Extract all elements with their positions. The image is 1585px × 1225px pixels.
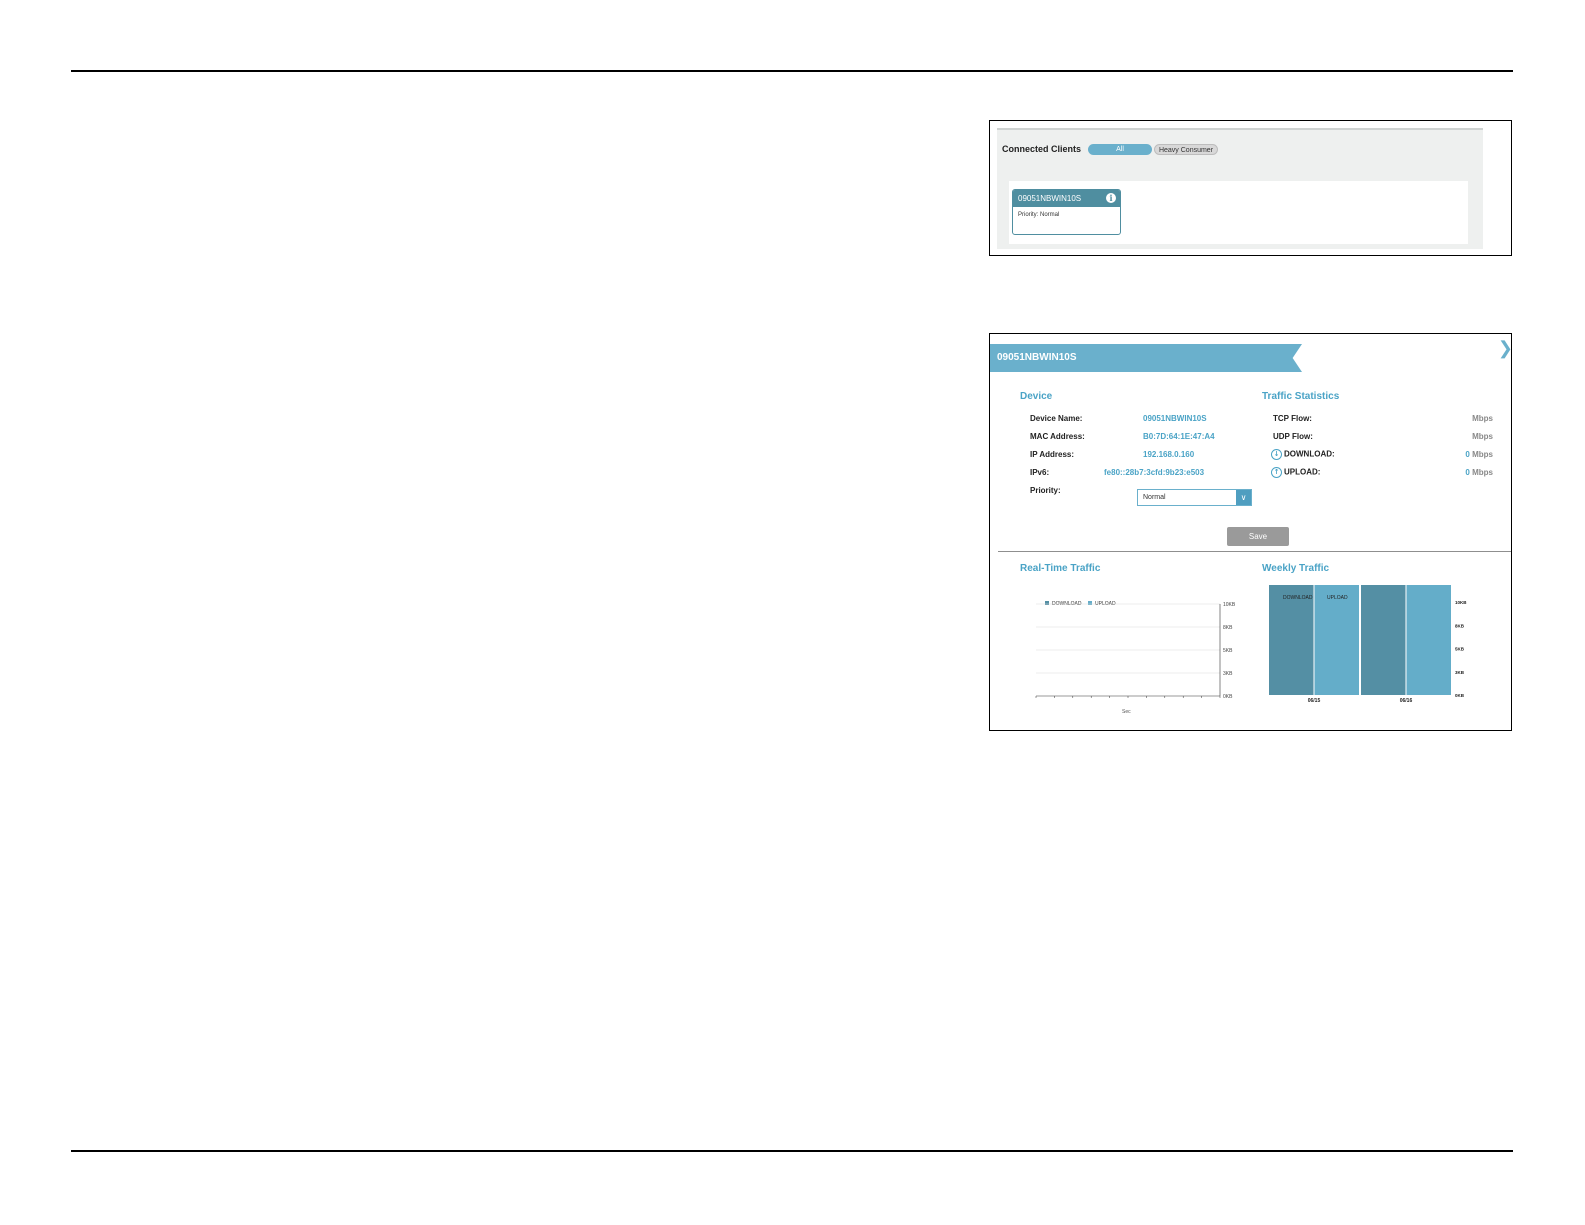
y-tick-label: 10KB: [1223, 602, 1236, 608]
bar-upload: [1406, 585, 1451, 695]
y-tick-label: 10KB: [1455, 600, 1467, 605]
client-detail-screenshot: 09051NBWIN10S ❯ Device Device Name: 0905…: [989, 333, 1512, 731]
connected-clients-screenshot: Connected Clients All Heavy Consumer 090…: [989, 120, 1512, 256]
save-button[interactable]: Save: [1227, 527, 1289, 546]
priority-selected-value: Normal: [1143, 494, 1166, 501]
client-card-header: 09051NBWIN10S i: [1013, 190, 1120, 207]
legend-label: DOWNLOAD: [1283, 595, 1313, 601]
download-label: DOWNLOAD:: [1284, 449, 1335, 459]
connected-clients-title: Connected Clients: [1002, 144, 1082, 154]
client-banner: 09051NBWIN10S: [990, 344, 1302, 372]
filter-heavy-consumer-button[interactable]: Heavy Consumer: [1154, 144, 1218, 155]
device-name-value: 09051NBWIN10S: [1143, 414, 1207, 423]
download-row: ↓ DOWNLOAD:: [1271, 449, 1335, 460]
filter-all-button[interactable]: All: [1088, 144, 1152, 155]
bottom-rule: [71, 1150, 1513, 1152]
legend-download-swatch: [1045, 601, 1049, 605]
section-divider: [998, 551, 1511, 552]
upload-label: UPLOAD:: [1284, 467, 1321, 477]
x-tick-label: 06/16: [1400, 698, 1413, 704]
realtime-traffic-title: Real-Time Traffic: [1020, 563, 1101, 574]
upload-arrow-icon: ↑: [1271, 467, 1282, 478]
clients-list: 09051NBWIN10S i Priority: Normal: [1009, 181, 1468, 244]
y-tick-label: 8KB: [1223, 625, 1233, 631]
y-tick-label: 5KB: [1455, 647, 1465, 652]
y-tick-label: 3KB: [1455, 670, 1465, 675]
weekly-traffic-title: Weekly Traffic: [1262, 563, 1330, 574]
bar-download: [1361, 585, 1406, 695]
y-tick-label: 5KB: [1223, 648, 1233, 654]
tcp-flow-unit: Mbps: [1472, 414, 1493, 423]
client-name: 09051NBWIN10S: [1018, 194, 1082, 203]
y-tick-label: 3KB: [1223, 671, 1233, 677]
bar-upload: [1314, 585, 1359, 695]
client-card[interactable]: 09051NBWIN10S i Priority: Normal: [1012, 189, 1121, 235]
weekly-traffic-chart: 06/15 06/16 DOWNLOAD UPLOAD 10KB 8KB 5KB 3KB 0KB: [1269, 585, 1467, 704]
y-tick-label: 0KB: [1223, 694, 1233, 700]
upload-rate-value: 0: [1465, 468, 1470, 477]
download-rate-unit: Mbps: [1472, 450, 1493, 459]
ipv6-value: fe80::28b7:3cfd:9b23:e503: [1104, 468, 1205, 477]
priority-select[interactable]: Normal ∨: [1137, 489, 1252, 506]
mac-address-label: MAC Address:: [1030, 432, 1085, 441]
connected-clients-panel: Connected Clients All Heavy Consumer 090…: [997, 128, 1483, 249]
chevron-down-icon[interactable]: ∨: [1236, 490, 1251, 505]
upload-rate: 0 Mbps: [1465, 468, 1493, 477]
upload-rate-unit: Mbps: [1472, 468, 1493, 477]
ip-address-value: 192.168.0.160: [1143, 450, 1195, 459]
ip-address-label: IP Address:: [1030, 450, 1075, 459]
download-rate: 0 Mbps: [1465, 450, 1493, 459]
bar-download: [1269, 585, 1314, 695]
traffic-statistics-title: Traffic Statistics: [1262, 391, 1340, 402]
device-section-title: Device: [1020, 391, 1053, 402]
realtime-traffic-chart: DOWNLOAD UPLOAD 10KB8KB5KB3KB0KB Sec: [1035, 601, 1236, 715]
udp-flow-label: UDP Flow:: [1273, 432, 1313, 441]
udp-flow-unit: Mbps: [1472, 432, 1493, 441]
x-axis-label: Sec: [1122, 709, 1131, 715]
download-rate-value: 0: [1465, 450, 1470, 459]
client-priority: Priority: Normal: [1018, 212, 1060, 218]
info-icon[interactable]: i: [1106, 193, 1116, 203]
legend-upload-swatch: [1088, 601, 1092, 605]
y-tick-label: 8KB: [1455, 623, 1465, 628]
banner-title: 09051NBWIN10S: [997, 352, 1077, 363]
close-icon[interactable]: ❯: [1498, 338, 1511, 358]
x-tick-label: 06/15: [1308, 698, 1321, 704]
priority-label: Priority:: [1030, 486, 1061, 495]
upload-row: ↑ UPLOAD:: [1271, 467, 1320, 478]
download-arrow-icon: ↓: [1271, 449, 1282, 460]
device-name-label: Device Name:: [1030, 414, 1083, 423]
tcp-flow-label: TCP Flow:: [1273, 414, 1312, 423]
ipv6-label: IPv6:: [1030, 468, 1050, 477]
legend-label: UPLOAD: [1327, 595, 1348, 601]
top-rule: [71, 70, 1513, 72]
mac-address-value: B0:7D:64:1E:47:A4: [1143, 432, 1215, 441]
y-tick-label: 0KB: [1455, 693, 1465, 698]
